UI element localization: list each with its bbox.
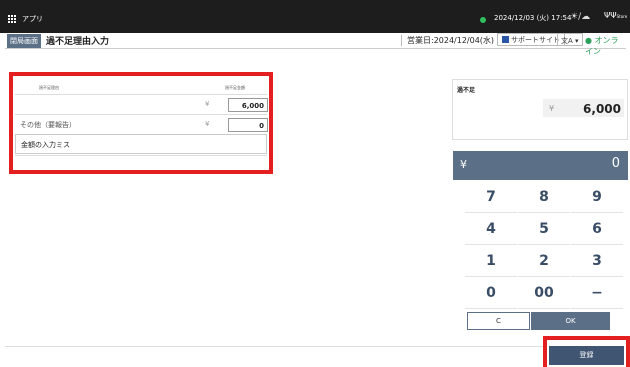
back-button[interactable]: 閉局画面 xyxy=(7,33,41,48)
total-value: 6,000 xyxy=(583,102,621,116)
support-site-button[interactable]: サポートサイト xyxy=(497,33,565,46)
datetime: 2024/12/03 (火) 17:54 xyxy=(494,14,572,22)
apps-grid-icon xyxy=(8,15,16,23)
page-title: 過不足理由入力 xyxy=(46,37,110,47)
top-bar: アプリ 2024/12/03 (火) 17:54 ☀/☁ ΨΨStore xyxy=(0,0,630,33)
online-status: ● オンライン xyxy=(585,36,619,56)
page-header: 閉局画面 過不足理由入力 営業日:2024/12/04(水) サポートサイト 文… xyxy=(5,33,626,56)
book-icon xyxy=(502,36,509,43)
apps-menu[interactable]: アプリ xyxy=(8,14,43,24)
footer-divider xyxy=(5,346,545,347)
key-2[interactable]: 2 xyxy=(518,245,570,277)
key-3[interactable]: 3 xyxy=(571,245,623,277)
key-5[interactable]: 5 xyxy=(518,213,570,245)
highlight-frame xyxy=(9,72,273,174)
key-1[interactable]: 1 xyxy=(465,245,517,277)
yen-sign: ¥ xyxy=(549,104,555,113)
weather-icon: ☀/☁ xyxy=(570,12,591,22)
key-7[interactable]: 7 xyxy=(465,181,517,213)
total-value-box: 6,000 xyxy=(543,99,624,117)
display-value: 0 xyxy=(611,156,620,171)
keypad: ¥ 0 7 8 9 4 5 6 1 2 3 0 00 − C OK xyxy=(453,151,628,341)
key-00[interactable]: 00 xyxy=(518,277,570,309)
business-date: 営業日:2024/12/04(水) xyxy=(401,35,494,46)
total-panel: 過不足 6,000 ¥ xyxy=(452,79,628,140)
clear-button[interactable]: C xyxy=(467,312,530,330)
support-label: サポートサイト xyxy=(511,35,560,44)
highlight-frame xyxy=(543,336,630,367)
store-icon: ΨΨStore xyxy=(604,11,628,20)
ok-button[interactable]: OK xyxy=(531,312,610,330)
key-8[interactable]: 8 xyxy=(518,181,570,213)
key-4[interactable]: 4 xyxy=(465,213,517,245)
key-9[interactable]: 9 xyxy=(571,181,623,213)
keypad-display: ¥ 0 xyxy=(453,151,628,180)
total-label: 過不足 xyxy=(457,87,476,94)
language-select[interactable]: 文A ▾ xyxy=(557,33,583,46)
key-6[interactable]: 6 xyxy=(571,213,623,245)
key-minus[interactable]: − xyxy=(571,277,623,309)
key-0[interactable]: 0 xyxy=(465,277,517,309)
apps-label: アプリ xyxy=(22,15,43,23)
display-yen: ¥ xyxy=(460,158,467,171)
connection-status-icon xyxy=(480,17,486,23)
